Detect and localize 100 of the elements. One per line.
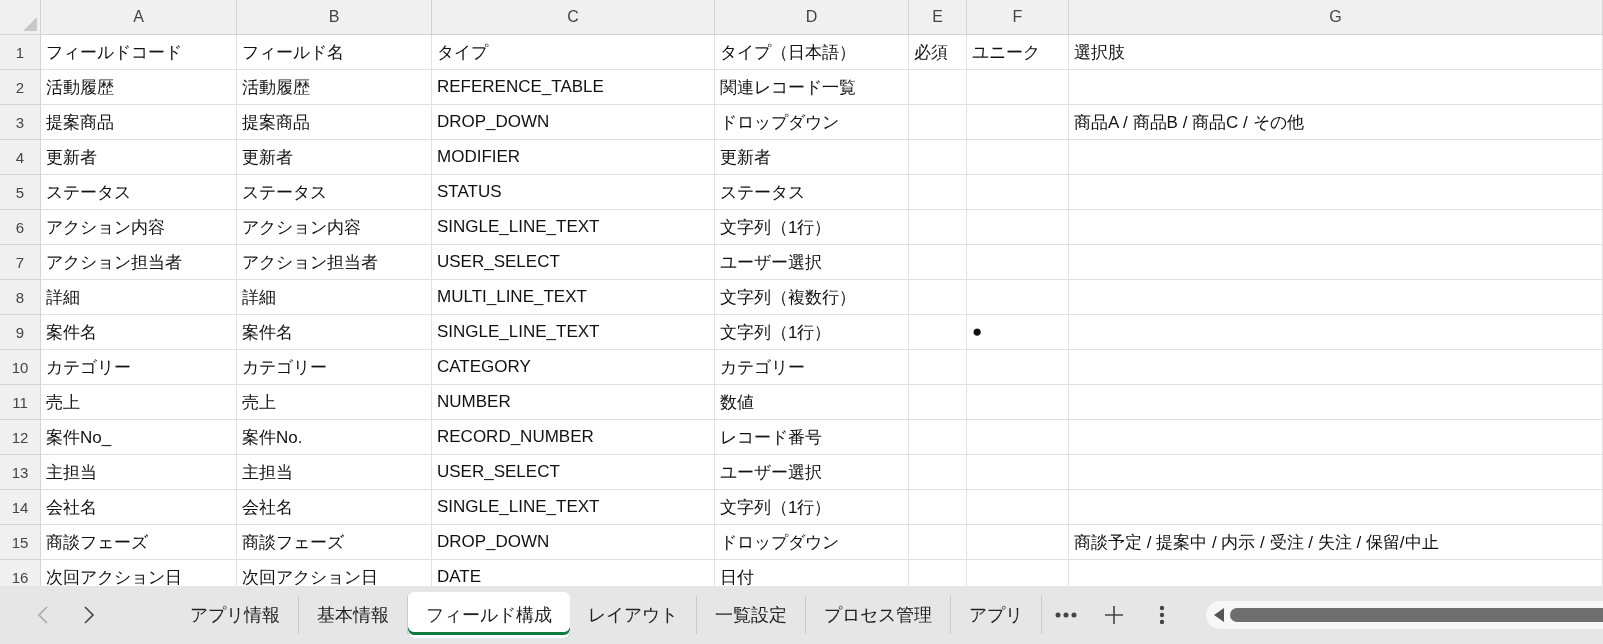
empty-cell [909, 210, 967, 245]
row-header[interactable]: 3 [0, 105, 41, 140]
table-cell: ユーザー選択 [715, 455, 909, 490]
sheet-tab[interactable]: 一覧設定 [697, 596, 806, 634]
row-header[interactable]: 4 [0, 140, 41, 175]
table-cell: DROP_DOWN [432, 105, 715, 140]
table-cell: 主担当 [237, 455, 432, 490]
table-cell: 会社名 [237, 490, 432, 525]
table-cell: 文字列（1行） [715, 315, 909, 350]
horizontal-scrollbar[interactable] [1206, 601, 1603, 629]
table-cell: ステータス [237, 175, 432, 210]
table-cell: 案件No. [237, 420, 432, 455]
table-cell: アクション担当者 [41, 245, 237, 280]
table-cell: 商品A / 商品B / 商品C / その他 [1069, 105, 1603, 140]
empty-cell [909, 525, 967, 560]
table-cell: 案件名 [237, 315, 432, 350]
empty-cell [909, 245, 967, 280]
row-header[interactable]: 5 [0, 175, 41, 210]
table-cell: DROP_DOWN [432, 525, 715, 560]
column-header[interactable]: G [1069, 0, 1603, 35]
table-cell: REFERENCE_TABLE [432, 70, 715, 105]
empty-cell [909, 175, 967, 210]
empty-cell [909, 350, 967, 385]
row-header[interactable]: 6 [0, 210, 41, 245]
table-cell: 商談予定 / 提案中 / 内示 / 受注 / 失注 / 保留/中止 [1069, 525, 1603, 560]
scroll-left-icon [1214, 608, 1224, 622]
table-cell: USER_SELECT [432, 245, 715, 280]
table-cell: MODIFIER [432, 140, 715, 175]
table-cell: 売上 [237, 385, 432, 420]
table-cell: タイプ（日本語） [715, 35, 909, 70]
row-header[interactable]: 1 [0, 35, 41, 70]
row-header[interactable]: 7 [0, 245, 41, 280]
row-header[interactable]: 16 [0, 560, 41, 586]
table-cell: カテゴリー [237, 350, 432, 385]
vertical-dots-icon [1159, 605, 1165, 625]
empty-cell [909, 455, 967, 490]
column-header[interactable]: B [237, 0, 432, 35]
table-cell: ドロップダウン [715, 525, 909, 560]
empty-cell [909, 140, 967, 175]
chevron-right-icon [83, 605, 95, 625]
table-cell: 主担当 [41, 455, 237, 490]
table-cell: アクション内容 [41, 210, 237, 245]
table-cell: SINGLE_LINE_TEXT [432, 490, 715, 525]
table-cell: 文字列（1行） [715, 490, 909, 525]
sheet-tab[interactable]: アプリ情報 [172, 596, 299, 634]
table-cell: STATUS [432, 175, 715, 210]
empty-cell [909, 70, 967, 105]
table-cell: SINGLE_LINE_TEXT [432, 315, 715, 350]
corner-triangle-icon [23, 17, 37, 31]
table-cell: 詳細 [41, 280, 237, 315]
row-header[interactable]: 13 [0, 455, 41, 490]
table-cell: 更新者 [41, 140, 237, 175]
table-cell: 提案商品 [237, 105, 432, 140]
table-cell: カテゴリー [715, 350, 909, 385]
column-header[interactable]: C [432, 0, 715, 35]
sheet-tab[interactable]: レイアウト [570, 596, 697, 634]
table-cell: ユニーク [967, 35, 1069, 70]
table-cell: 提案商品 [41, 105, 237, 140]
empty-cell [909, 385, 967, 420]
table-cell: 文字列（1行） [715, 210, 909, 245]
row-header[interactable]: 14 [0, 490, 41, 525]
row-header[interactable]: 8 [0, 280, 41, 315]
scrollbar-thumb[interactable] [1230, 608, 1603, 622]
table-cell: アクション担当者 [237, 245, 432, 280]
table-cell: 更新者 [715, 140, 909, 175]
table-cell: カテゴリー [41, 350, 237, 385]
table-cell: 活動履歴 [237, 70, 432, 105]
column-header[interactable]: F [967, 0, 1069, 35]
table-cell: 更新者 [237, 140, 432, 175]
table-cell: レコード番号 [715, 420, 909, 455]
table-cell: 案件名 [41, 315, 237, 350]
table-cell: 選択肢 [1069, 35, 1603, 70]
empty-cell [909, 315, 967, 350]
plus-icon [1105, 606, 1123, 624]
column-header[interactable]: A [41, 0, 237, 35]
row-header[interactable]: 2 [0, 70, 41, 105]
row-header[interactable]: 15 [0, 525, 41, 560]
table-cell: ユーザー選択 [715, 245, 909, 280]
table-cell: ドロップダウン [715, 105, 909, 140]
row-header[interactable]: 10 [0, 350, 41, 385]
column-header[interactable]: E [909, 0, 967, 35]
table-cell: ステータス [715, 175, 909, 210]
sheet-tab[interactable]: アプリ [951, 596, 1042, 634]
table-cell: ● [967, 315, 1069, 350]
chevron-left-icon [37, 605, 49, 625]
sheet-tab[interactable]: プロセス管理 [806, 596, 951, 634]
row-header[interactable]: 12 [0, 420, 41, 455]
table-cell: CATEGORY [432, 350, 715, 385]
column-header[interactable]: D [715, 0, 909, 35]
table-cell: 案件No_ [41, 420, 237, 455]
table-cell: RECORD_NUMBER [432, 420, 715, 455]
table-cell: タイプ [432, 35, 715, 70]
row-header[interactable]: 9 [0, 315, 41, 350]
ellipsis-icon [1055, 612, 1077, 618]
table-cell: 関連レコード一覧 [715, 70, 909, 105]
table-cell: USER_SELECT [432, 455, 715, 490]
table-cell: 文字列（複数行） [715, 280, 909, 315]
row-header[interactable]: 11 [0, 385, 41, 420]
table-cell: NUMBER [432, 385, 715, 420]
sheet-tab[interactable]: フィールド構成 [408, 592, 570, 638]
